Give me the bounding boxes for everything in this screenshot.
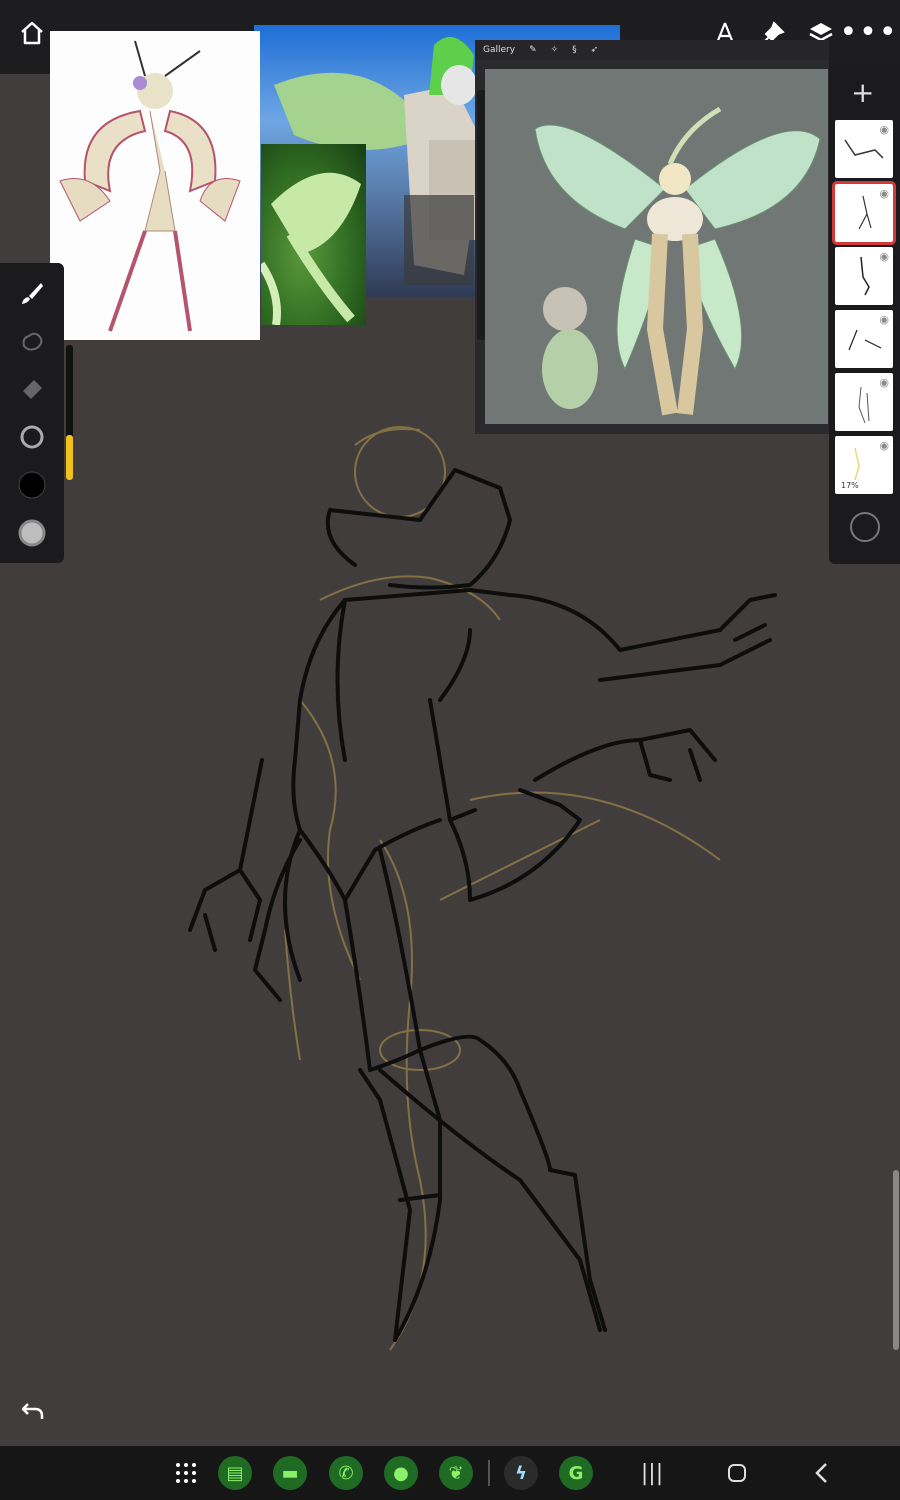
- eye-icon[interactable]: ◉: [879, 250, 889, 263]
- messages-app-icon[interactable]: ●: [384, 1456, 418, 1490]
- eraser-icon[interactable]: [14, 371, 50, 407]
- color-black-swatch[interactable]: [14, 467, 50, 503]
- layer-thumbnail[interactable]: ◉ 17%: [835, 436, 893, 494]
- eye-icon[interactable]: ◉: [879, 376, 889, 389]
- add-layer-button[interactable]: +: [851, 78, 874, 108]
- select-icon: §: [572, 45, 577, 55]
- phone-app-icon[interactable]: ✆: [329, 1456, 363, 1490]
- brush-icon[interactable]: [14, 275, 50, 311]
- layers-panel: + ◉ ◉ ◉ ◉ ◉ ◉ 17%: [829, 64, 900, 564]
- leaf-app-icon[interactable]: ❦: [439, 1456, 473, 1490]
- g-app-icon[interactable]: G: [559, 1456, 593, 1490]
- eye-icon[interactable]: ◉: [879, 439, 889, 452]
- layer-color-swatch[interactable]: [850, 512, 880, 542]
- smudge-icon[interactable]: [14, 323, 50, 359]
- brush-size-slider[interactable]: [66, 345, 73, 480]
- brush-size-slider-fill: [66, 435, 73, 480]
- back-icon[interactable]: [805, 1456, 839, 1490]
- eye-icon[interactable]: ◉: [879, 313, 889, 326]
- gallery-tab[interactable]: Gallery: [483, 45, 515, 55]
- eye-icon[interactable]: ◉: [879, 187, 889, 200]
- canvas-scrollbar[interactable]: [893, 1170, 899, 1350]
- more-icon[interactable]: •••: [839, 18, 896, 48]
- notes-app-icon[interactable]: ▤: [218, 1456, 252, 1490]
- layer-thumbnail[interactable]: ◉: [835, 373, 893, 431]
- navbar-divider: [488, 1460, 490, 1486]
- move-icon: ➶: [590, 45, 599, 55]
- system-navbar: ▤ ▬ ✆ ● ❦ ϟ G |||: [0, 1446, 900, 1500]
- home-icon[interactable]: [18, 20, 46, 46]
- reference-window-header: Gallery ✎ ✧ § ➶: [475, 40, 829, 60]
- tool-sidebar: [0, 263, 64, 563]
- magic-icon: ✧: [550, 45, 559, 55]
- layer-thumbnail[interactable]: ◉: [835, 247, 893, 305]
- home-icon[interactable]: [720, 1456, 754, 1490]
- brush-size-icon[interactable]: [14, 419, 50, 455]
- files-app-icon[interactable]: ▬: [273, 1456, 307, 1490]
- reference-image-luna-moth[interactable]: [261, 144, 366, 325]
- layer-thumbnail[interactable]: ◉: [835, 120, 893, 178]
- reference-image-mantis[interactable]: [50, 31, 260, 340]
- reference-window[interactable]: Gallery ✎ ✧ § ➶: [475, 40, 829, 434]
- wrench-icon: ✎: [529, 45, 537, 55]
- layer-opacity-label: 17%: [841, 481, 859, 490]
- apps-grid-icon[interactable]: [169, 1456, 203, 1490]
- layer-thumbnail-selected[interactable]: ◉: [832, 181, 896, 245]
- undo-icon[interactable]: [20, 1398, 46, 1424]
- color-grey-swatch[interactable]: [14, 515, 50, 551]
- reference-window-canvas: [485, 69, 828, 424]
- layer-thumbnail[interactable]: ◉: [835, 310, 893, 368]
- eye-icon[interactable]: ◉: [879, 123, 889, 136]
- recents-icon[interactable]: |||: [635, 1456, 669, 1490]
- bolt-app-icon[interactable]: ϟ: [504, 1456, 538, 1490]
